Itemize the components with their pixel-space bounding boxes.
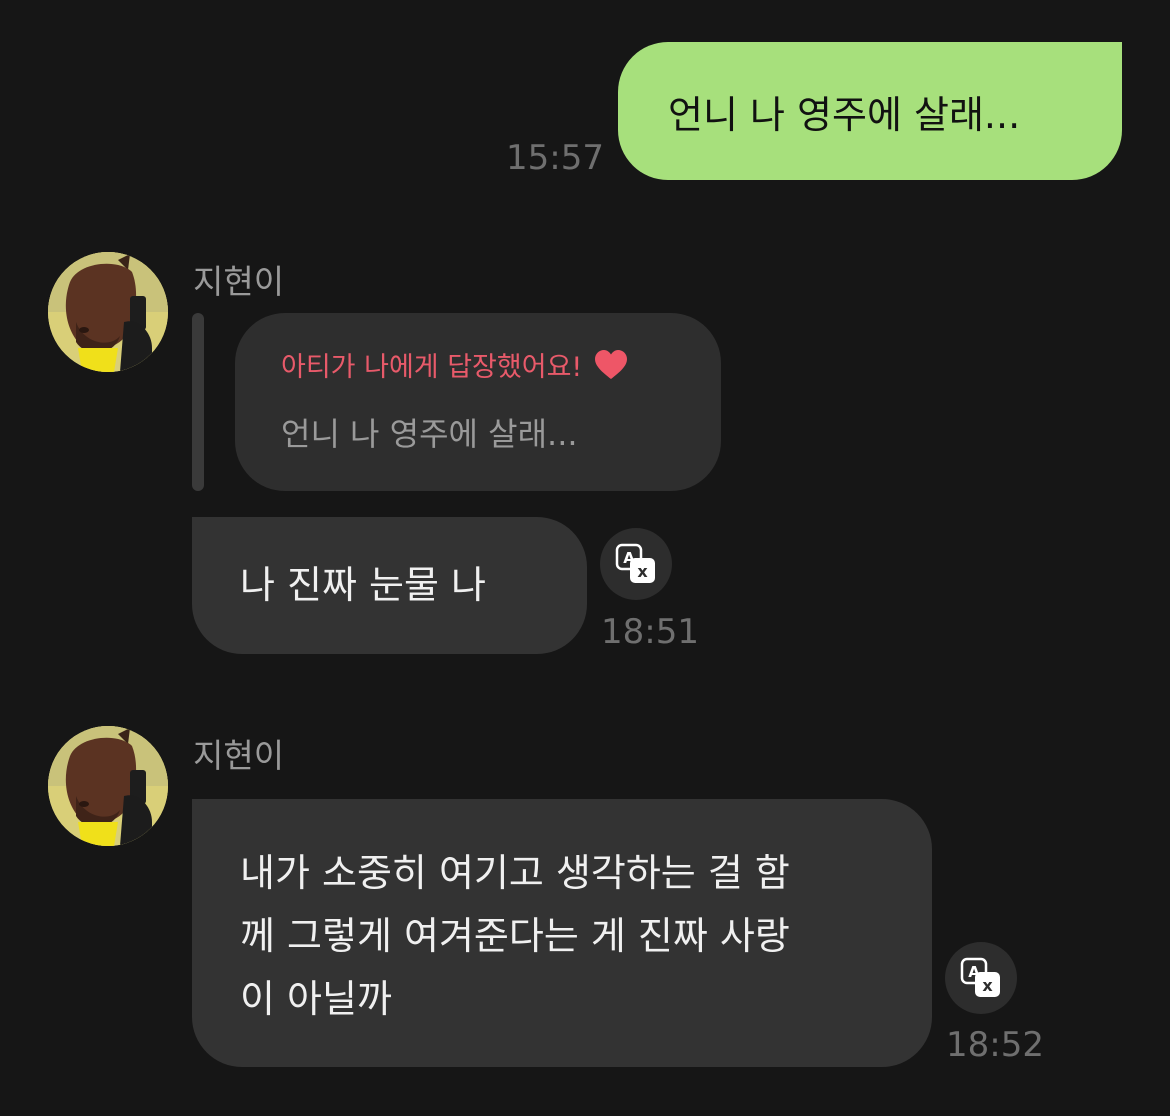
translate-icon: A x [615, 543, 655, 583]
svg-text:x: x [637, 562, 648, 581]
svg-text:x: x [982, 976, 993, 995]
translate-icon: A x [960, 957, 1000, 997]
reply-quote-bar [192, 313, 204, 491]
sender-name: 지현이 [193, 736, 285, 775]
translate-button[interactable]: A x [600, 528, 672, 600]
quoted-message-text: 언니 나 영주에 살래... [281, 415, 578, 453]
translate-button[interactable]: A x [945, 942, 1017, 1014]
message-time: 18:51 [601, 612, 699, 652]
reply-header: 아티가 나에게 답장했어요! [281, 345, 628, 384]
avatar[interactable] [48, 252, 168, 372]
horse-mask-avatar-icon [48, 726, 168, 846]
reply-preview-bubble[interactable]: 아티가 나에게 답장했어요! 언니 나 영주에 살래... [235, 313, 721, 491]
outgoing-message-bubble[interactable]: 언니 나 영주에 살래... [618, 42, 1122, 180]
message-time: 15:57 [506, 138, 604, 178]
message-line: 이 아닐까 [240, 977, 392, 1021]
reply-header-text: 아티가 나에게 답장했어요! [281, 352, 583, 383]
incoming-message-bubble[interactable]: 내가 소중히 여기고 생각하는 걸 함 께 그렇게 여겨준다는 게 진짜 사랑 … [192, 799, 932, 1067]
incoming-message-bubble[interactable]: 나 진짜 눈물 나 [192, 517, 587, 654]
message-time: 18:52 [946, 1025, 1044, 1065]
message-line: 께 그렇게 여겨준다는 게 진짜 사랑 [240, 914, 790, 958]
message-line: 내가 소중히 여기고 생각하는 걸 함 [240, 851, 790, 895]
avatar[interactable] [48, 726, 168, 846]
message-text: 언니 나 영주에 살래... [668, 92, 1021, 137]
sender-name: 지현이 [193, 262, 285, 301]
horse-mask-avatar-icon [48, 252, 168, 372]
heart-icon [595, 349, 628, 379]
message-text: 나 진짜 눈물 나 [240, 563, 486, 607]
